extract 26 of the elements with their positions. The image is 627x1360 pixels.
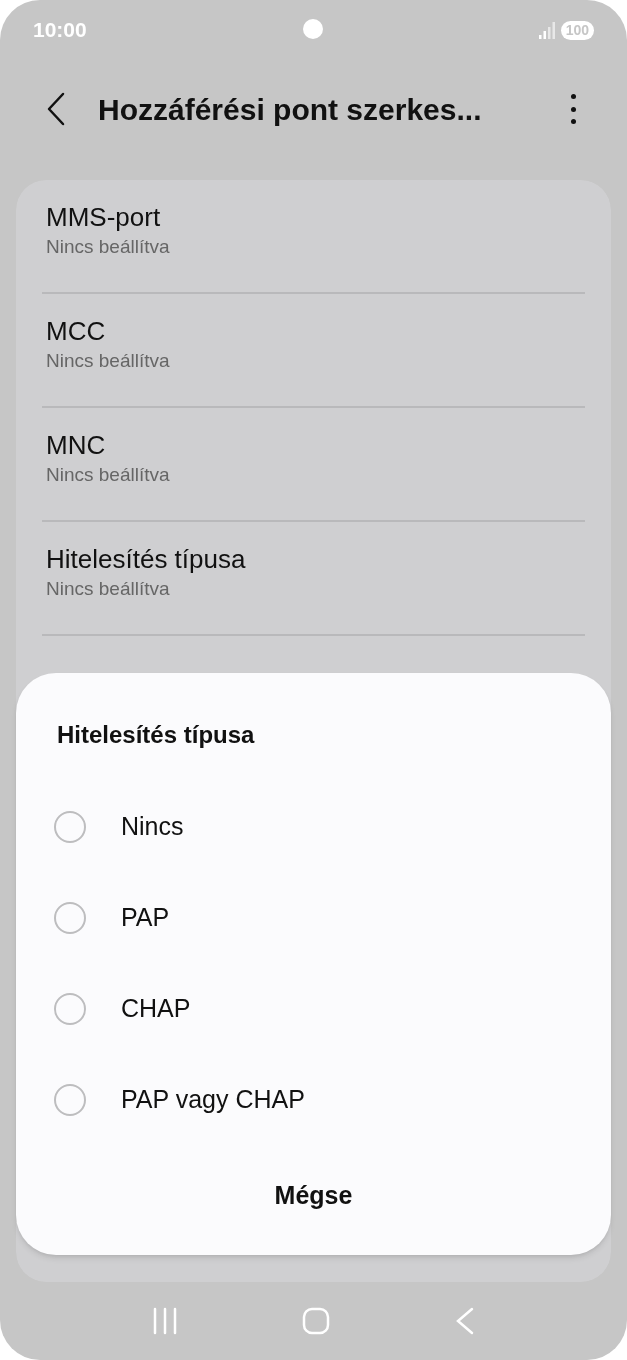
- setting-title[interactable]: MCC: [46, 314, 581, 348]
- radio-option[interactable]: CHAP: [16, 963, 611, 1054]
- radio-option[interactable]: PAP vagy CHAP: [16, 1054, 611, 1145]
- setting-value: Nincs beállítva: [46, 463, 171, 487]
- back-icon[interactable]: [454, 1307, 475, 1335]
- setting-value: Nincs beállítva: [46, 577, 171, 601]
- cancel-button[interactable]: Mégse: [264, 1171, 363, 1221]
- radio-button[interactable]: [54, 992, 86, 1025]
- home-icon[interactable]: [302, 1307, 331, 1335]
- radio-option[interactable]: Nincs: [16, 781, 611, 872]
- signal-icon: [538, 21, 555, 39]
- status-time: 10:00: [33, 17, 87, 44]
- battery-level: 100: [560, 20, 594, 40]
- more-options-icon[interactable]: [569, 94, 577, 124]
- recent-apps-icon[interactable]: [152, 1307, 179, 1335]
- radio-button[interactable]: [54, 1083, 86, 1116]
- setting-value: Nincs beállítva: [46, 349, 171, 373]
- radio-option[interactable]: PAP: [16, 872, 611, 963]
- radio-button[interactable]: [54, 810, 86, 843]
- setting-value: Nincs beállítva: [46, 235, 171, 259]
- dialog-title: Hitelesítés típusa: [57, 720, 256, 750]
- setting-title[interactable]: Hitelesítés típusa: [46, 542, 581, 576]
- setting-title[interactable]: MNC: [46, 428, 581, 462]
- radio-button[interactable]: [54, 901, 86, 934]
- setting-title[interactable]: MMS-port: [46, 200, 581, 234]
- page-title: Hozzáférési pont szerkes...: [98, 91, 482, 128]
